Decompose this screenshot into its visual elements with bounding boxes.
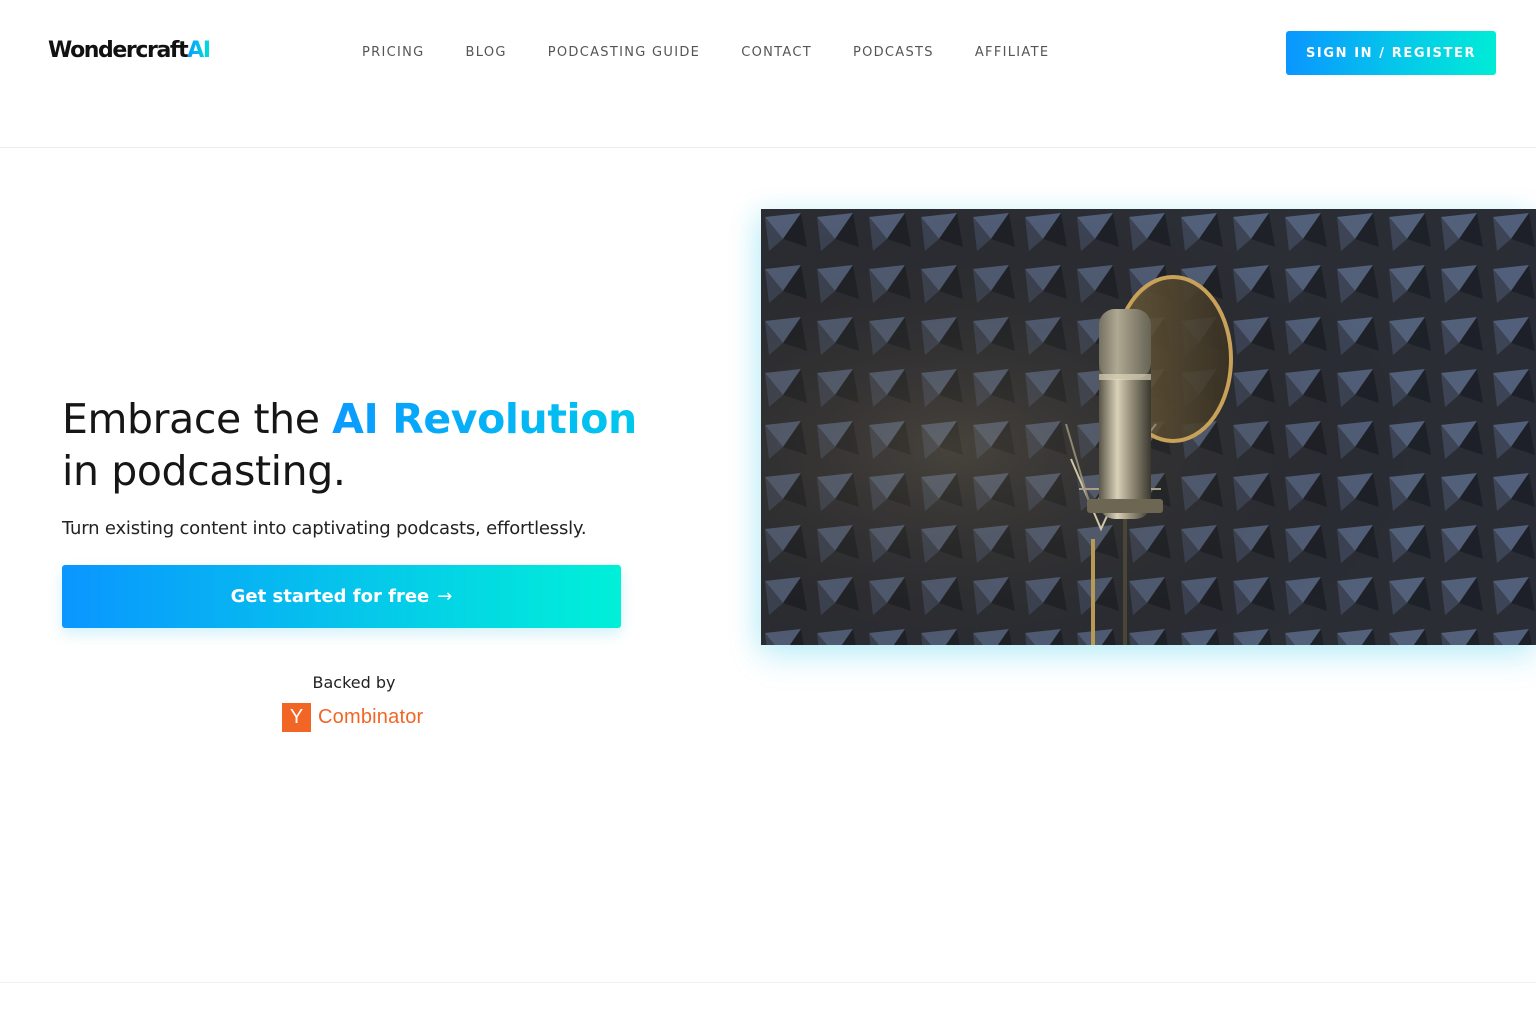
hero-title-prefix: Embrace the [62, 395, 333, 443]
nav-item-podcasts[interactable]: PODCASTS [853, 45, 934, 60]
hero-title-accent: AI Revolution [332, 395, 637, 443]
hero-title-suffix: in podcasting. [62, 447, 346, 495]
nav-item-pricing[interactable]: PRICING [362, 45, 425, 60]
logo-accent: AI [187, 38, 211, 63]
y-combinator-mark: Y [282, 703, 311, 732]
backed-by-label: Backed by [312, 673, 396, 692]
main-nav: PRICING BLOG PODCASTING GUIDE CONTACT PO… [362, 45, 1090, 60]
nav-item-contact[interactable]: CONTACT [741, 45, 812, 60]
logo-text: Wondercraft [48, 38, 189, 63]
y-combinator-name: Combinator [318, 706, 424, 728]
get-started-button[interactable]: Get started for free → [62, 565, 621, 628]
studio-photo-svg [761, 209, 1536, 645]
wondercraft-logo[interactable]: WondercraftAI [48, 38, 211, 63]
hero-title: Embrace the AI Revolution in podcasting. [62, 393, 702, 497]
nav-item-affiliate[interactable]: AFFILIATE [975, 45, 1050, 60]
y-combinator-logo: Y Combinator [282, 703, 423, 732]
page: WondercraftAI PRICING BLOG PODCASTING GU… [0, 0, 1536, 1025]
nav-item-podcasting-guide[interactable]: PODCASTING GUIDE [548, 45, 700, 60]
arrow-right-icon: → [437, 586, 453, 607]
nav-item-blog[interactable]: BLOG [466, 45, 507, 60]
get-started-label: Get started for free [230, 586, 430, 607]
section-divider [0, 982, 1536, 983]
microphone-studio-image [761, 209, 1536, 645]
site-header: WondercraftAI PRICING BLOG PODCASTING GU… [0, 0, 1536, 148]
hero-subtitle: Turn existing content into captivating p… [62, 518, 587, 539]
sign-in-register-button[interactable]: SIGN IN / REGISTER [1286, 31, 1496, 75]
